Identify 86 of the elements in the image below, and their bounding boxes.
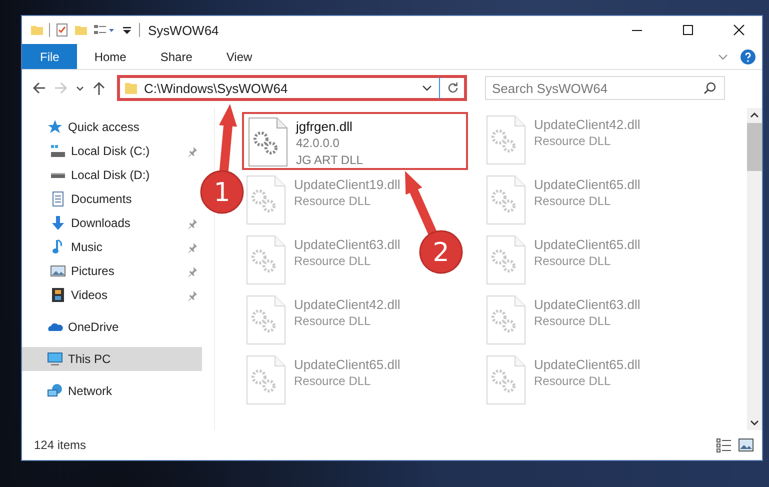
file-name: jgfrgen.dll [296, 118, 354, 135]
search-field[interactable]: Search SysWOW64 [485, 76, 725, 100]
dll-file-icon [246, 355, 286, 405]
folder-icon [124, 81, 138, 95]
sidebar-item[interactable]: Documents [22, 187, 202, 211]
window-title: SysWOW64 [148, 22, 219, 38]
address-field[interactable]: C:\Windows\SysWOW64 [117, 75, 467, 101]
step-number-marker: 1 [200, 170, 244, 214]
file-name: UpdateClient65.dll [534, 176, 640, 193]
network-icon [47, 383, 63, 399]
sidebar-item[interactable]: Network [22, 379, 202, 403]
sidebar-label: OneDrive [68, 320, 120, 334]
file-detail: Resource DLL [534, 313, 612, 330]
monitor-icon [47, 351, 63, 367]
dll-file-icon [486, 355, 526, 405]
sidebar-label: Documents [71, 192, 133, 206]
sidebar-item[interactable]: Music [22, 235, 202, 259]
file-name: UpdateClient63.dll [534, 296, 640, 313]
sidebar-label: Quick access [68, 120, 140, 134]
file-detail: Resource DLL [294, 253, 372, 270]
scroll-thumb[interactable] [747, 123, 762, 171]
properties-icon[interactable] [55, 23, 69, 37]
help-icon[interactable] [740, 48, 756, 64]
download-icon [50, 215, 66, 231]
dll-file-icon [486, 295, 526, 345]
file-name: UpdateClient19.dll [294, 176, 400, 193]
details-view-icon[interactable] [716, 437, 732, 453]
file-detail: Resource DLL [294, 193, 372, 210]
item-count: 124 items [34, 438, 86, 452]
sidebar-item[interactable]: Videos [22, 283, 202, 307]
dll-file-icon [246, 235, 286, 285]
dll-file-icon [246, 295, 286, 345]
sidebar-item[interactable]: OneDrive [22, 315, 202, 339]
sidebar-label: Downloads [71, 216, 132, 230]
sidebar-item[interactable]: This PC [22, 347, 202, 371]
sidebar-label: Pictures [71, 264, 116, 278]
dll-file-icon [246, 175, 286, 225]
sidebar-label: Videos [71, 288, 108, 302]
film-icon [50, 287, 66, 303]
ribbon-tab[interactable]: Share [143, 44, 210, 69]
sidebar-item[interactable]: Quick access [22, 115, 202, 139]
sidebar-label: Local Disk (D:) [71, 168, 151, 182]
dll-file-icon [486, 175, 526, 225]
file-name: UpdateClient42.dll [534, 116, 640, 133]
address-path: C:\Windows\SysWOW64 [144, 80, 289, 96]
file-name: UpdateClient65.dll [534, 356, 640, 373]
dll-file-icon [248, 117, 288, 167]
drive-icon [51, 172, 65, 178]
file-name: UpdateClient65.dll [294, 356, 400, 373]
dll-file-icon [486, 115, 526, 165]
sidebar-item[interactable]: Local Disk (C:) [22, 139, 202, 163]
up-arrow-icon[interactable] [91, 80, 107, 96]
search-icon[interactable] [703, 81, 717, 95]
sidebar-label: Music [71, 240, 104, 254]
drive-icon [50, 143, 66, 159]
step-number-marker: 2 [419, 230, 463, 274]
file-detail: Resource DLL [294, 313, 372, 330]
star-icon [47, 119, 63, 135]
document-icon [50, 191, 66, 207]
scrollbar[interactable] [747, 108, 762, 430]
ribbon-tab[interactable]: View [209, 44, 270, 69]
dll-file-icon [486, 235, 526, 285]
refresh-icon[interactable] [446, 81, 460, 95]
file-name: UpdateClient65.dll [534, 236, 640, 253]
sidebar-item[interactable]: Local Disk (D:) [22, 163, 202, 187]
ribbon-tab[interactable]: File [22, 44, 78, 69]
file-name: UpdateClient63.dll [294, 236, 400, 253]
ribbon-tab[interactable]: Home [77, 44, 144, 69]
back-icon[interactable] [31, 80, 47, 96]
file-detail: 42.0.0.0 [296, 135, 340, 152]
file-detail: JG ART DLL [296, 152, 363, 169]
file-detail: Resource DLL [534, 133, 612, 150]
sidebar-label: Network [68, 384, 114, 398]
sidebar-item[interactable]: Pictures [22, 259, 202, 283]
picture-icon [50, 263, 66, 279]
file-detail: Resource DLL [294, 373, 372, 390]
large-icons-view-icon[interactable] [738, 437, 754, 453]
file-detail: Resource DLL [534, 373, 612, 390]
file-detail: Resource DLL [534, 253, 612, 270]
sidebar-label: This PC [68, 352, 112, 366]
sidebar-label: Local Disk (C:) [71, 144, 151, 158]
view-dropdown-icon[interactable] [93, 23, 115, 37]
file-name: UpdateClient42.dll [294, 296, 400, 313]
file-item[interactable]: jgfrgen.dll 42.0.0.0 JG ART DLL [242, 112, 468, 170]
file-detail: Resource DLL [534, 193, 612, 210]
sidebar-item[interactable]: Downloads [22, 211, 202, 235]
